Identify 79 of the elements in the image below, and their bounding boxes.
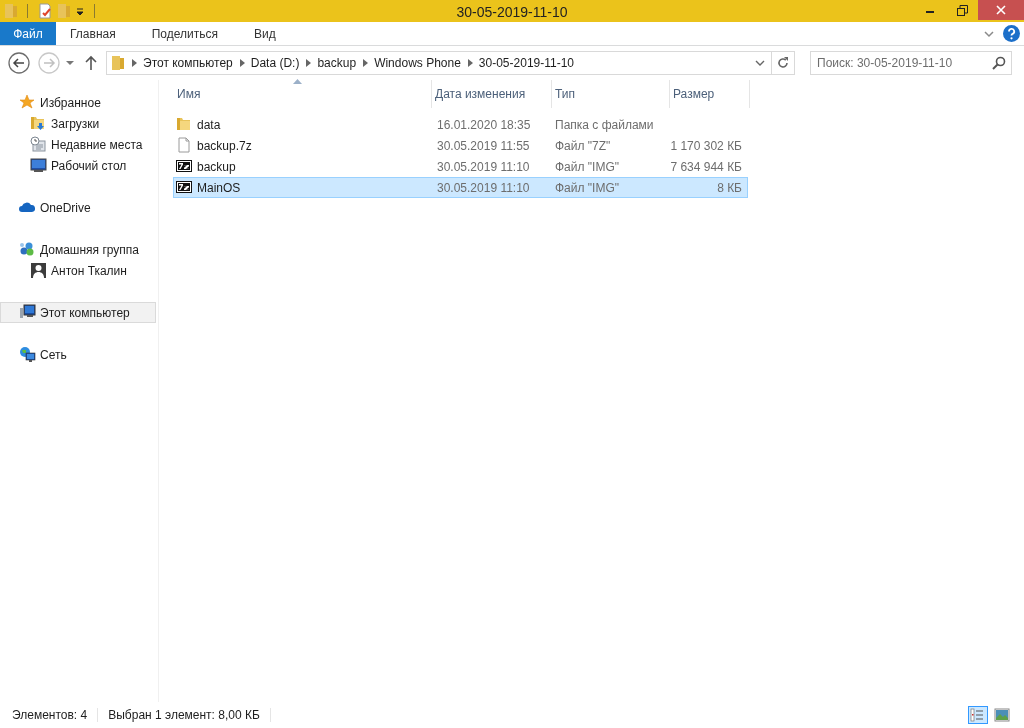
close-icon xyxy=(996,5,1006,15)
document-icon xyxy=(176,137,193,154)
file-type: Файл "IMG" xyxy=(554,179,621,197)
folder-icon xyxy=(30,115,47,132)
breadcrumb-link[interactable]: Этот компьютер xyxy=(143,54,233,72)
file-size: 7 634 944 КБ xyxy=(670,158,742,176)
refresh-icon xyxy=(776,56,790,70)
help-icon[interactable] xyxy=(1003,25,1020,42)
file-name: backup xyxy=(197,158,236,176)
picture-icon xyxy=(994,707,1010,723)
ribbon-tab[interactable]: Главная xyxy=(56,22,134,45)
chevron-right-icon xyxy=(466,59,473,67)
chevron-right-icon xyxy=(305,59,312,67)
archive-icon xyxy=(176,179,193,196)
monitor-icon xyxy=(30,157,47,174)
ribbon-tab[interactable]: Поделиться xyxy=(133,22,236,45)
file-date: 30.05.2019 11:55 xyxy=(436,137,531,155)
back-icon[interactable] xyxy=(8,52,30,74)
file-type: Файл "7Z" xyxy=(554,137,612,155)
list-icon xyxy=(970,707,986,723)
circles-icon xyxy=(19,241,36,258)
window-title: 30-05-2019-11-10 xyxy=(456,3,568,22)
ribbon-tab[interactable]: Вид xyxy=(235,22,294,45)
thumbnails-view-button[interactable] xyxy=(992,706,1012,724)
file-row[interactable]: MainOS 30.05.2019 11:10 Файл "IMG" 8 КБ xyxy=(173,177,748,198)
search-icon[interactable] xyxy=(992,56,1006,70)
sidebar-item[interactable]: Рабочий стол xyxy=(0,155,156,176)
file-name: MainOS xyxy=(197,179,241,197)
file-type: Файл "IMG" xyxy=(554,158,621,176)
file-tab[interactable]: Файл xyxy=(0,22,56,45)
person-icon xyxy=(30,262,47,279)
globe-monitor-icon xyxy=(19,346,36,363)
file-size: 1 170 302 КБ xyxy=(670,137,742,155)
item-count: Элементов: 4 xyxy=(12,707,88,724)
search-field[interactable]: Поиск: 30-05-2019-11-10 xyxy=(810,51,1012,75)
file-name: backup.7z xyxy=(197,137,252,155)
file-date: 16.01.2020 18:35 xyxy=(436,116,532,134)
folder-icon xyxy=(176,116,193,133)
file-row[interactable]: data 16.01.2020 18:35 Папка с файлами xyxy=(173,114,748,135)
document-check-icon[interactable] xyxy=(37,3,53,19)
chevron-right-icon xyxy=(238,59,245,67)
breadcrumb-link[interactable]: backup xyxy=(317,54,357,72)
window-clock-icon xyxy=(30,136,47,153)
sidebar-item[interactable]: Этот компьютер xyxy=(0,302,156,323)
column-header[interactable]: Тип xyxy=(552,80,670,108)
address-bar[interactable]: Этот компьютер Data (D:) backup Windows Phone 30-05-2019-11-10 xyxy=(106,51,772,75)
file-type: Папка с файлами xyxy=(554,116,655,134)
file-size: 8 КБ xyxy=(716,179,742,197)
folder-icon xyxy=(111,55,125,71)
sidebar-item[interactable]: OneDrive xyxy=(0,197,156,218)
breadcrumb-link[interactable]: 30-05-2019-11-10 xyxy=(478,54,575,72)
breadcrumb-link[interactable]: Data (D:) xyxy=(250,54,300,72)
file-name: data xyxy=(197,116,221,134)
up-arrow-icon[interactable] xyxy=(84,55,98,71)
monitor-icon xyxy=(19,304,36,321)
details-view-button[interactable] xyxy=(968,706,988,724)
breadcrumb-link[interactable]: Windows Phone xyxy=(374,54,461,72)
file-date: 30.05.2019 11:10 xyxy=(436,179,531,197)
chevron-down-icon[interactable] xyxy=(755,58,765,68)
file-row[interactable]: backup.7z 30.05.2019 11:55 Файл "7Z" 1 170 302 КБ xyxy=(173,135,748,156)
column-header[interactable]: Размер xyxy=(670,80,750,108)
column-header[interactable]: Имя xyxy=(174,80,432,108)
file-row[interactable]: backup 30.05.2019 11:10 Файл "IMG" 7 634 944 КБ xyxy=(173,156,748,177)
sidebar-item[interactable]: Недавние места xyxy=(0,134,156,155)
archive-icon xyxy=(176,158,193,175)
file-date: 30.05.2019 11:10 xyxy=(436,158,531,176)
chevron-right-icon xyxy=(362,59,369,67)
dropdown-icon[interactable] xyxy=(75,6,85,16)
refresh-button[interactable] xyxy=(771,51,795,75)
sidebar-item[interactable]: Домашняя группа xyxy=(0,239,156,260)
star-icon xyxy=(19,94,36,111)
sidebar-item[interactable]: Антон Ткалин xyxy=(0,260,156,281)
sidebar-item[interactable]: Загрузки xyxy=(0,113,156,134)
restore-icon xyxy=(956,4,968,16)
sidebar-item[interactable]: Сеть xyxy=(0,344,156,365)
column-header[interactable]: Дата изменения xyxy=(432,80,552,108)
chevron-right-icon xyxy=(131,59,137,67)
sidebar-item[interactable]: Избранное xyxy=(0,92,156,113)
selection-info: Выбран 1 элемент: 8,00 КБ xyxy=(108,707,260,724)
